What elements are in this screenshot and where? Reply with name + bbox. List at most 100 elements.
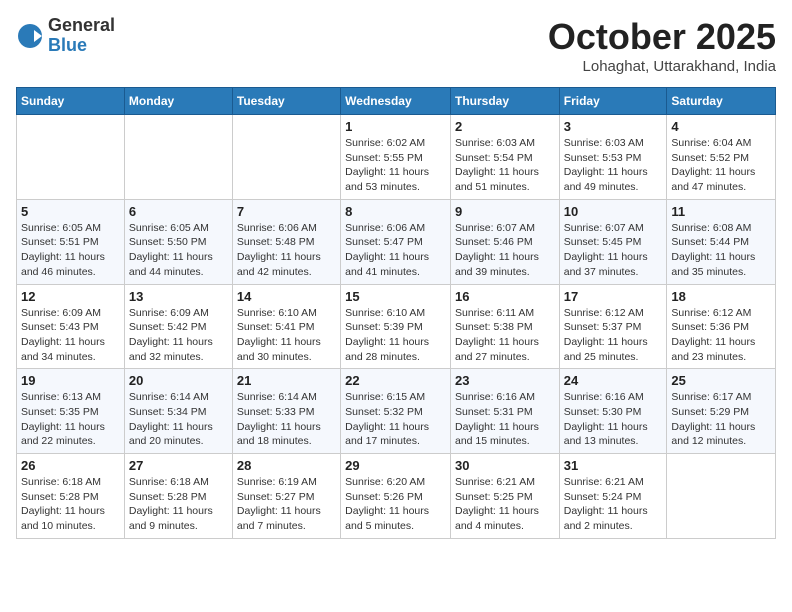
table-cell	[17, 115, 125, 200]
table-cell: 2 Sunrise: 6:03 AM Sunset: 5:54 PM Daylig…	[450, 115, 559, 200]
table-cell: 15 Sunrise: 6:10 AM Sunset: 5:39 PM Dayli…	[341, 284, 451, 369]
day-info: Sunrise: 6:06 AM Sunset: 5:48 PM Dayligh…	[237, 221, 336, 280]
calendar-header-row: Sunday Monday Tuesday Wednesday Thursday…	[17, 88, 776, 115]
day-number: 15	[345, 289, 446, 304]
table-cell: 20Sunrise: 6:14 AM Sunset: 5:34 PM Dayli…	[124, 369, 232, 454]
day-number: 31	[564, 458, 663, 473]
day-info: Sunrise: 6:14 AM Sunset: 5:34 PM Dayligh…	[129, 390, 228, 449]
day-info: Sunrise: 6:16 AM Sunset: 5:30 PM Dayligh…	[564, 390, 663, 449]
day-info: Sunrise: 6:03 AM Sunset: 5:54 PM Dayligh…	[455, 136, 555, 195]
table-cell: 13 Sunrise: 6:09 AM Sunset: 5:42 PM Dayli…	[124, 284, 232, 369]
day-number: 2	[455, 119, 555, 134]
calendar: Sunday Monday Tuesday Wednesday Thursday…	[16, 87, 776, 539]
day-info: Sunrise: 6:21 AM Sunset: 5:24 PM Dayligh…	[564, 475, 663, 534]
day-info: Sunrise: 6:07 AM Sunset: 5:46 PM Dayligh…	[455, 221, 555, 280]
table-cell: 18 Sunrise: 6:12 AM Sunset: 5:36 PM Dayli…	[667, 284, 776, 369]
table-cell: 16Sunrise: 6:11 AM Sunset: 5:38 PM Dayli…	[450, 284, 559, 369]
table-cell: 7 Sunrise: 6:06 AM Sunset: 5:48 PM Daylig…	[232, 199, 340, 284]
logo-icon	[16, 22, 44, 50]
day-info: Sunrise: 6:19 AM Sunset: 5:27 PM Dayligh…	[237, 475, 336, 534]
table-cell: 28 Sunrise: 6:19 AM Sunset: 5:27 PM Dayli…	[232, 454, 340, 539]
day-number: 11	[671, 204, 771, 219]
week-row-3: 19 Sunrise: 6:13 AM Sunset: 5:35 PM Dayli…	[17, 369, 776, 454]
day-info: Sunrise: 6:10 AM Sunset: 5:41 PM Dayligh…	[237, 306, 336, 365]
table-cell: 5Sunrise: 6:05 AM Sunset: 5:51 PM Daylig…	[17, 199, 125, 284]
day-number: 27	[129, 458, 228, 473]
table-cell: 21Sunrise: 6:14 AM Sunset: 5:33 PM Dayli…	[232, 369, 340, 454]
day-number: 23	[455, 373, 555, 388]
table-cell: 19 Sunrise: 6:13 AM Sunset: 5:35 PM Dayli…	[17, 369, 125, 454]
table-cell: 24 Sunrise: 6:16 AM Sunset: 5:30 PM Dayli…	[559, 369, 667, 454]
day-info: Sunrise: 6:10 AM Sunset: 5:39 PM Dayligh…	[345, 306, 446, 365]
day-number: 25	[671, 373, 771, 388]
logo-blue: Blue	[48, 36, 115, 56]
table-cell: 10 Sunrise: 6:07 AM Sunset: 5:45 PM Dayli…	[559, 199, 667, 284]
day-number: 26	[21, 458, 120, 473]
table-cell: 1 Sunrise: 6:02 AM Sunset: 5:55 PM Daylig…	[341, 115, 451, 200]
day-number: 13	[129, 289, 228, 304]
day-number: 16	[455, 289, 555, 304]
table-cell: 26 Sunrise: 6:18 AM Sunset: 5:28 PM Dayli…	[17, 454, 125, 539]
day-info: Sunrise: 6:18 AM Sunset: 5:28 PM Dayligh…	[21, 475, 120, 534]
table-cell: 29 Sunrise: 6:20 AM Sunset: 5:26 PM Dayli…	[341, 454, 451, 539]
day-info: Sunrise: 6:06 AM Sunset: 5:47 PM Dayligh…	[345, 221, 446, 280]
day-info: Sunrise: 6:04 AM Sunset: 5:52 PM Dayligh…	[671, 136, 771, 195]
table-cell: 9 Sunrise: 6:07 AM Sunset: 5:46 PM Daylig…	[450, 199, 559, 284]
header-sunday: Sunday	[17, 88, 125, 115]
header-tuesday: Tuesday	[232, 88, 340, 115]
day-number: 19	[21, 373, 120, 388]
day-number: 29	[345, 458, 446, 473]
week-row-4: 26 Sunrise: 6:18 AM Sunset: 5:28 PM Dayli…	[17, 454, 776, 539]
day-number: 6	[129, 204, 228, 219]
location: Lohaghat, Uttarakhand, India	[548, 58, 776, 75]
day-number: 24	[564, 373, 663, 388]
table-cell: 3 Sunrise: 6:03 AM Sunset: 5:53 PM Daylig…	[559, 115, 667, 200]
day-info: Sunrise: 6:12 AM Sunset: 5:37 PM Dayligh…	[564, 306, 663, 365]
table-cell	[124, 115, 232, 200]
header-monday: Monday	[124, 88, 232, 115]
table-cell: 17Sunrise: 6:12 AM Sunset: 5:37 PM Dayli…	[559, 284, 667, 369]
table-cell: 23 Sunrise: 6:16 AM Sunset: 5:31 PM Dayli…	[450, 369, 559, 454]
header-wednesday: Wednesday	[341, 88, 451, 115]
day-number: 12	[21, 289, 120, 304]
day-number: 18	[671, 289, 771, 304]
page-header: General Blue October 2025 Lohaghat, Utta…	[16, 16, 776, 75]
day-info: Sunrise: 6:03 AM Sunset: 5:53 PM Dayligh…	[564, 136, 663, 195]
day-number: 7	[237, 204, 336, 219]
table-cell: 4 Sunrise: 6:04 AM Sunset: 5:52 PM Daylig…	[667, 115, 776, 200]
table-cell: 14 Sunrise: 6:10 AM Sunset: 5:41 PM Dayli…	[232, 284, 340, 369]
day-info: Sunrise: 6:02 AM Sunset: 5:55 PM Dayligh…	[345, 136, 446, 195]
day-info: Sunrise: 6:07 AM Sunset: 5:45 PM Dayligh…	[564, 221, 663, 280]
day-info: Sunrise: 6:05 AM Sunset: 5:51 PM Dayligh…	[21, 221, 120, 280]
day-number: 3	[564, 119, 663, 134]
day-number: 21	[237, 373, 336, 388]
day-info: Sunrise: 6:08 AM Sunset: 5:44 PM Dayligh…	[671, 221, 771, 280]
day-number: 22	[345, 373, 446, 388]
day-info: Sunrise: 6:18 AM Sunset: 5:28 PM Dayligh…	[129, 475, 228, 534]
day-info: Sunrise: 6:20 AM Sunset: 5:26 PM Dayligh…	[345, 475, 446, 534]
title-block: October 2025 Lohaghat, Uttarakhand, Indi…	[548, 16, 776, 75]
table-cell: 31 Sunrise: 6:21 AM Sunset: 5:24 PM Dayli…	[559, 454, 667, 539]
day-number: 4	[671, 119, 771, 134]
table-cell: 6Sunrise: 6:05 AM Sunset: 5:50 PM Daylig…	[124, 199, 232, 284]
day-info: Sunrise: 6:21 AM Sunset: 5:25 PM Dayligh…	[455, 475, 555, 534]
day-number: 1	[345, 119, 446, 134]
week-row-2: 12 Sunrise: 6:09 AM Sunset: 5:43 PM Dayli…	[17, 284, 776, 369]
week-row-1: 5Sunrise: 6:05 AM Sunset: 5:51 PM Daylig…	[17, 199, 776, 284]
day-info: Sunrise: 6:09 AM Sunset: 5:43 PM Dayligh…	[21, 306, 120, 365]
day-info: Sunrise: 6:12 AM Sunset: 5:36 PM Dayligh…	[671, 306, 771, 365]
day-info: Sunrise: 6:13 AM Sunset: 5:35 PM Dayligh…	[21, 390, 120, 449]
day-number: 30	[455, 458, 555, 473]
day-number: 9	[455, 204, 555, 219]
table-cell: 8Sunrise: 6:06 AM Sunset: 5:47 PM Daylig…	[341, 199, 451, 284]
day-number: 14	[237, 289, 336, 304]
table-cell	[667, 454, 776, 539]
logo-text: General Blue	[48, 16, 115, 56]
header-friday: Friday	[559, 88, 667, 115]
table-cell: 30 Sunrise: 6:21 AM Sunset: 5:25 PM Dayli…	[450, 454, 559, 539]
day-info: Sunrise: 6:16 AM Sunset: 5:31 PM Dayligh…	[455, 390, 555, 449]
week-row-0: 1 Sunrise: 6:02 AM Sunset: 5:55 PM Daylig…	[17, 115, 776, 200]
day-info: Sunrise: 6:09 AM Sunset: 5:42 PM Dayligh…	[129, 306, 228, 365]
day-number: 28	[237, 458, 336, 473]
day-number: 10	[564, 204, 663, 219]
